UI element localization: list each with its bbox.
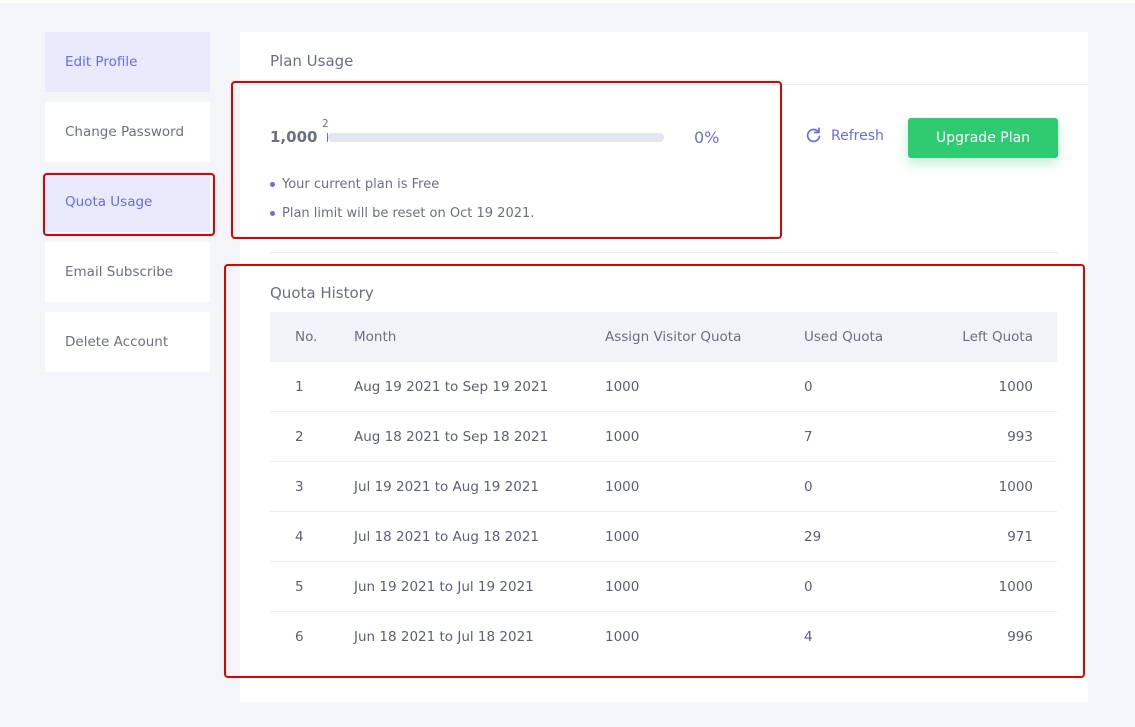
cell-used-quota: 0 <box>804 578 813 595</box>
cell-assign-quota: 1000 <box>605 528 640 545</box>
sidebar-item-delete-account[interactable]: Delete Account <box>45 312 210 372</box>
usage-percent: 0% <box>694 128 720 147</box>
cell-month: Aug 19 2021 to Sep 19 2021 <box>354 378 549 395</box>
cell-left-quota: 1000 <box>998 478 1033 495</box>
cell-no: 2 <box>295 428 304 445</box>
sidebar-item-label: Delete Account <box>65 334 169 350</box>
cell-left-quota: 996 <box>1007 629 1033 645</box>
cell-assign-quota: 1000 <box>605 378 640 395</box>
cell-left-quota: 1000 <box>998 378 1033 395</box>
cell-assign-quota: 1000 <box>605 478 640 495</box>
column-header-used-quota: Used Quota <box>804 329 884 345</box>
plan-usage-title: Plan Usage <box>270 52 354 70</box>
cell-month: Jun 19 2021 to Jul 19 2021 <box>354 578 534 595</box>
table-row: 5 Jun 19 2021 to Jul 19 2021 1000 0 1000 <box>270 562 1057 612</box>
cell-month: Jul 19 2021 to Aug 19 2021 <box>354 478 540 495</box>
cell-no: 3 <box>295 478 304 495</box>
sidebar-item-label: Edit Profile <box>65 54 138 70</box>
cell-month: Aug 18 2021 to Sep 18 2021 <box>354 428 549 445</box>
cell-assign-quota: 1000 <box>605 428 640 445</box>
cell-used-quota: 0 <box>804 378 813 395</box>
table-row: 4 Jul 18 2021 to Aug 18 2021 1000 29 971 <box>270 512 1057 562</box>
cell-used-quota: 4 <box>804 629 813 645</box>
cell-used-quota: 0 <box>804 478 813 495</box>
cell-no: 1 <box>295 378 304 395</box>
sidebar-item-email-subscribe[interactable]: Email Subscribe <box>45 242 210 302</box>
table-row: 1 Aug 19 2021 to Sep 19 2021 1000 0 1000 <box>270 362 1057 412</box>
usage-progress-bar <box>328 133 664 142</box>
cell-no: 4 <box>295 528 304 545</box>
cell-used-quota: 29 <box>804 528 822 545</box>
sidebar-item-label: Quota Usage <box>65 194 153 210</box>
plan-total-quota: 1,000 <box>270 128 318 146</box>
plan-note: Your current plan is Free <box>270 177 439 192</box>
plan-note: Plan limit will be reset on Oct 19 2021. <box>270 206 534 221</box>
refresh-icon <box>806 127 821 143</box>
plan-note-text: Plan limit will be reset on Oct 19 2021. <box>282 206 535 221</box>
cell-left-quota: 971 <box>1007 528 1033 545</box>
divider <box>240 84 1088 85</box>
cell-left-quota: 993 <box>1007 428 1033 445</box>
cell-no: 6 <box>295 629 304 645</box>
column-header-no: No. <box>295 329 318 345</box>
cell-month: Jul 18 2021 to Aug 18 2021 <box>354 528 540 545</box>
table-header: No. Month Assign Visitor Quota Used Quot… <box>270 312 1057 362</box>
table-row: 2 Aug 18 2021 to Sep 18 2021 1000 7 993 <box>270 412 1057 462</box>
plan-used-count: 2 <box>322 118 329 130</box>
cell-left-quota: 1000 <box>998 578 1033 595</box>
table-row: 3 Jul 19 2021 to Aug 19 2021 1000 0 1000 <box>270 462 1057 512</box>
bullet-dot-icon <box>270 182 275 187</box>
column-header-assign-quota: Assign Visitor Quota <box>605 329 742 345</box>
sidebar-item-edit-profile[interactable]: Edit Profile <box>45 32 210 92</box>
cell-no: 5 <box>295 578 304 595</box>
table-row: 6 Jun 18 2021 to Jul 18 2021 1000 4 996 <box>270 612 1057 662</box>
bullet-dot-icon <box>270 211 275 216</box>
cell-used-quota: 7 <box>804 428 813 445</box>
cell-month: Jun 18 2021 to Jul 18 2021 <box>354 629 534 645</box>
refresh-button[interactable]: Refresh <box>805 127 884 144</box>
cell-assign-quota: 1000 <box>605 629 640 645</box>
quota-history-title: Quota History <box>270 284 374 302</box>
sidebar-item-label: Email Subscribe <box>65 264 174 280</box>
refresh-label: Refresh <box>831 127 884 144</box>
sidebar-item-quota-usage[interactable]: Quota Usage <box>45 172 210 232</box>
divider <box>270 252 1058 253</box>
plan-note-text: Your current plan is Free <box>282 177 440 192</box>
quota-history-table: No. Month Assign Visitor Quota Used Quot… <box>270 312 1057 662</box>
column-header-left-quota: Left Quota <box>962 329 1033 345</box>
top-edge <box>0 0 1135 3</box>
upgrade-plan-button[interactable]: Upgrade Plan <box>908 118 1058 158</box>
main-panel: Plan Usage 1,000 2 0% Your current plan … <box>240 32 1088 702</box>
sidebar-item-label: Change Password <box>65 124 185 140</box>
column-header-month: Month <box>354 329 397 345</box>
sidebar-item-change-password[interactable]: Change Password <box>45 102 210 162</box>
cell-assign-quota: 1000 <box>605 578 640 595</box>
